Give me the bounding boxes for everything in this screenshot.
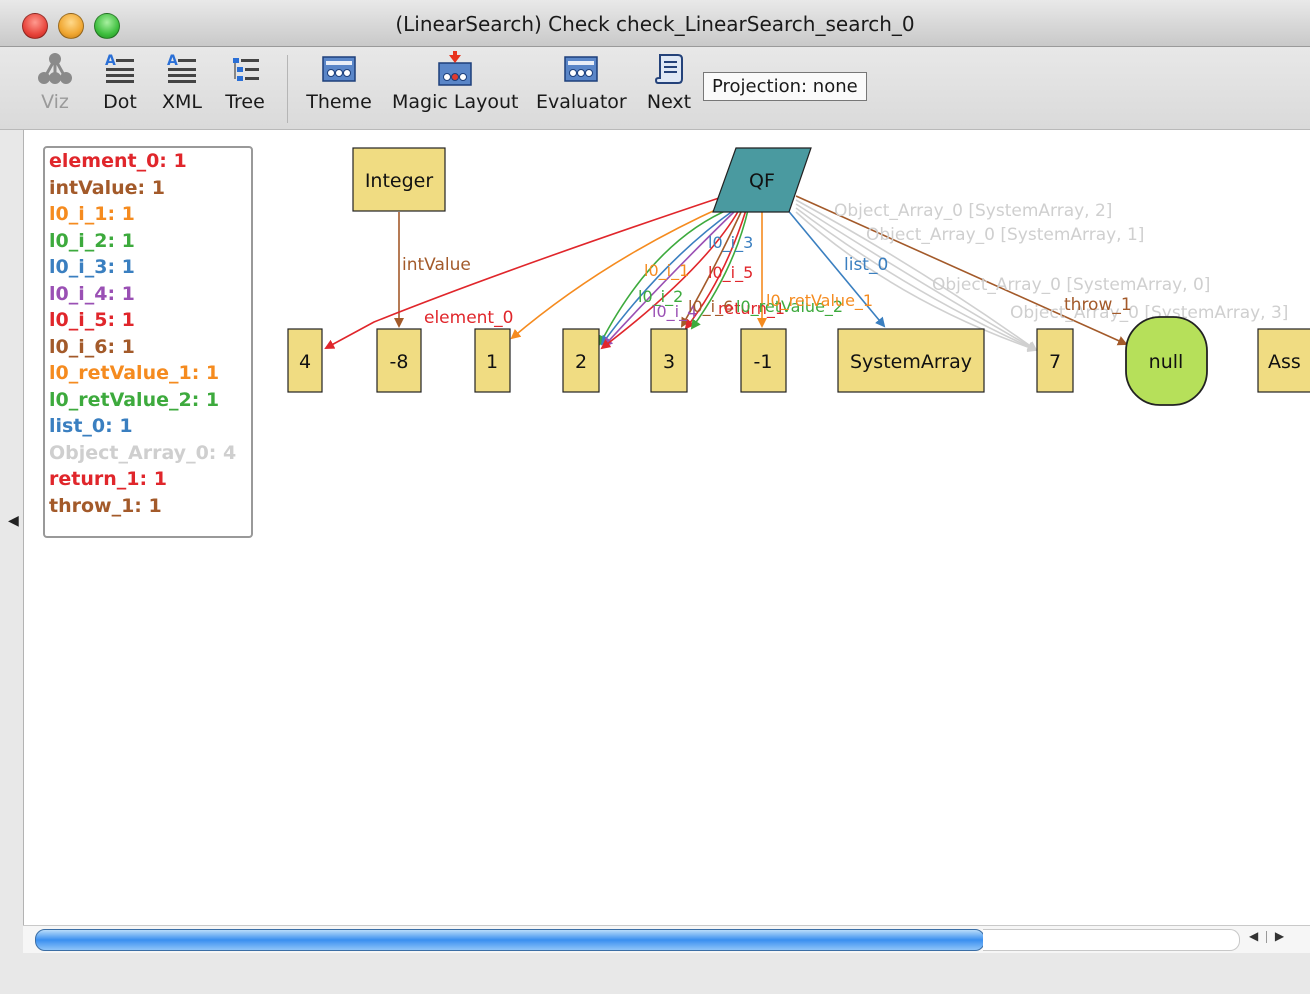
legend-item: element_0: 1: [49, 150, 187, 172]
node-7[interactable]: 7: [1036, 328, 1074, 393]
evaluator-icon: [563, 51, 599, 87]
legend-item: l0_retValue_2: 1: [49, 388, 220, 411]
splitter-arrow-icon[interactable]: ◀: [8, 513, 19, 529]
edge-label-throw_1: throw_1: [1064, 295, 1132, 315]
node-4[interactable]: 4: [287, 328, 323, 393]
legend-item: throw_1: 1: [49, 494, 162, 517]
next-button[interactable]: Next: [644, 51, 694, 113]
svg-text:1: 1: [486, 351, 498, 373]
svg-text:A: A: [105, 53, 116, 69]
svg-text:Integer: Integer: [365, 170, 434, 192]
toolbar: Viz A Dot A XML Tree Theme Magic Layout …: [0, 47, 1310, 130]
legend-item: l0_i_2: 1: [49, 229, 135, 252]
dot-button[interactable]: A Dot: [100, 51, 140, 113]
tree-list-icon: [227, 51, 263, 87]
edge-label-element_0: element_0: [424, 308, 513, 328]
edge-label-obj-0: Object_Array_0 [SystemArray, 0]: [932, 275, 1210, 295]
node-1[interactable]: 1: [474, 328, 511, 393]
theme-palette-icon: [321, 51, 357, 87]
viz-tree-icon: [37, 51, 73, 87]
magic-layout-icon: [437, 51, 473, 87]
edge-label-intValue: intValue: [402, 255, 471, 275]
edge-label-l0_i_1: l0_i_1: [644, 261, 689, 281]
legend-box: element_0: 1 intValue: 1 l0_i_1: 1 l0_i_…: [43, 146, 253, 538]
svg-text:-8: -8: [390, 351, 409, 373]
legend-item: l0_i_5: 1: [49, 309, 135, 331]
title-bar: (LinearSearch) Check check_LinearSearch_…: [0, 0, 1310, 47]
scroll-left-icon[interactable]: ◀: [1249, 929, 1258, 943]
svg-text:4: 4: [299, 351, 311, 373]
edge-label-l0_i_3: l0_i_3: [708, 233, 753, 253]
node-integer[interactable]: Integer: [352, 147, 446, 212]
scrollbar-track[interactable]: [983, 929, 1240, 951]
viz-button[interactable]: Viz: [34, 51, 76, 113]
svg-text:null: null: [1149, 351, 1184, 373]
svg-text:3: 3: [663, 351, 675, 373]
legend-item: Object_Array_0: 4: [49, 441, 237, 464]
legend-item: l0_i_3: 1: [49, 256, 135, 278]
svg-text:7: 7: [1049, 351, 1061, 373]
legend-item: return_1: 1: [49, 468, 167, 490]
tree-button[interactable]: Tree: [222, 51, 268, 113]
svg-text:2: 2: [575, 351, 587, 373]
legend-item: l0_i_6: 1: [49, 335, 135, 358]
projection-selector[interactable]: Projection: none: [703, 72, 867, 101]
edge-label-obj-2: Object_Array_0 [SystemArray, 2]: [834, 201, 1112, 221]
edge-label-list_0: list_0: [844, 255, 888, 275]
node-minus1[interactable]: -1: [740, 328, 787, 393]
node-ass[interactable]: Ass: [1257, 328, 1310, 393]
window-title: (LinearSearch) Check check_LinearSearch_…: [395, 12, 915, 36]
horizontal-scrollbar[interactable]: ◀ ▶: [23, 925, 1310, 953]
status-bar: [0, 953, 1310, 994]
magic-layout-button[interactable]: Magic Layout: [392, 51, 518, 113]
node-minus8[interactable]: -8: [376, 328, 422, 393]
node-3[interactable]: 3: [650, 328, 688, 393]
scrollbar-thumb[interactable]: [35, 929, 985, 951]
node-null[interactable]: null: [1125, 316, 1208, 406]
scrollbar-arrows[interactable]: ◀ ▶: [1249, 929, 1297, 949]
legend-item: l0_i_1: 1: [49, 203, 135, 225]
edge-label-obj-1: Object_Array_0 [SystemArray, 1]: [866, 225, 1144, 245]
svg-text:-1: -1: [754, 351, 773, 373]
legend-item: l0_retValue_1: 1: [49, 362, 220, 384]
xml-button[interactable]: A XML: [160, 51, 204, 113]
xml-text-icon: A: [164, 51, 200, 87]
edge-label-l0_retValue_1: l0_retValue_1: [766, 291, 873, 311]
dot-text-icon: A: [102, 51, 138, 87]
theme-button[interactable]: Theme: [304, 51, 374, 113]
svg-text:A: A: [167, 53, 178, 69]
graph-canvas[interactable]: intValue element_0 l0_i_3 l0_i_1 l0_i_5 …: [23, 130, 1310, 925]
svg-text:QF: QF: [749, 170, 775, 192]
next-scroll-icon: [651, 51, 687, 87]
legend-item: intValue: 1: [49, 176, 165, 199]
legend-item: l0_i_4: 1: [49, 282, 135, 305]
svg-text:SystemArray: SystemArray: [850, 351, 972, 373]
node-2[interactable]: 2: [562, 328, 600, 393]
evaluator-button[interactable]: Evaluator: [536, 51, 627, 113]
node-systemarray[interactable]: SystemArray: [837, 328, 985, 393]
svg-text:Ass: Ass: [1268, 351, 1301, 373]
scroll-right-icon[interactable]: ▶: [1275, 929, 1284, 943]
toolbar-separator: [287, 55, 288, 123]
legend-item: list_0: 1: [49, 415, 133, 437]
node-qf[interactable]: QF: [712, 147, 812, 213]
edge-label-l0_i_5: l0_i_5: [708, 263, 753, 283]
